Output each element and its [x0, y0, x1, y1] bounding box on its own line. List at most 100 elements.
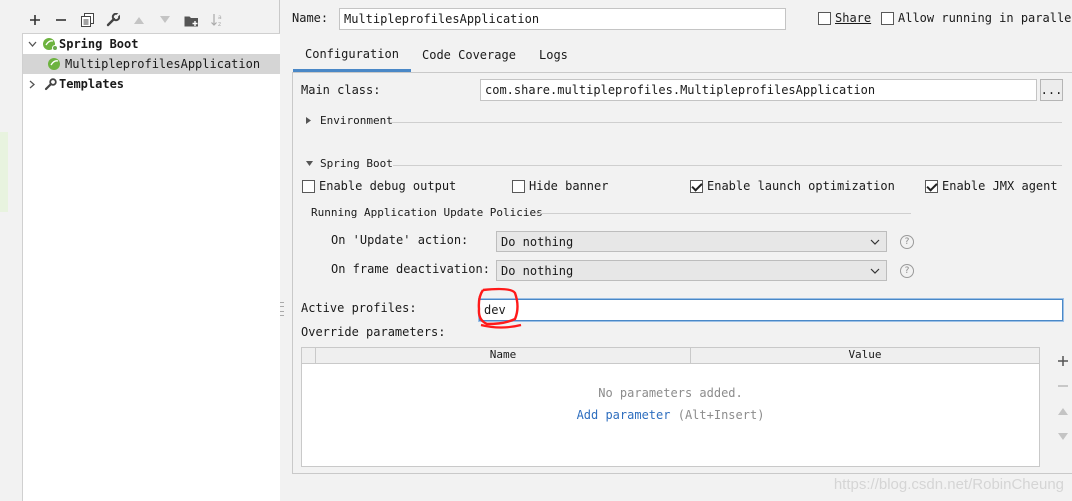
tab-logs-label: Logs [539, 48, 568, 62]
watermark-text: https://blog.csdn.net/RobinCheung [833, 476, 1064, 493]
svg-text:z: z [218, 21, 221, 27]
tab-code-coverage[interactable]: Code Coverage [410, 38, 528, 72]
run-configurations-sidebar: az Spring Boot MultipleprofilesApplicati… [0, 0, 280, 501]
configurations-tree: Spring Boot MultipleprofilesApplication … [22, 33, 280, 501]
allow-parallel-option[interactable]: Allow running in parallel [881, 11, 1072, 25]
update-policies-heading: Running Application Update Policies [311, 206, 543, 219]
move-param-up-button[interactable] [1053, 401, 1072, 421]
configuration-tab-content: Main class: com.share.multipleprofiles.M… [292, 72, 1072, 474]
name-label: Name: [292, 11, 329, 25]
update-action-help-icon[interactable]: ? [900, 235, 914, 249]
allow-parallel-checkbox[interactable] [881, 11, 894, 25]
launch-optimization-label: Enable launch optimization [707, 179, 895, 193]
tab-configuration[interactable]: Configuration [293, 38, 411, 72]
chevron-right-icon[interactable] [23, 80, 41, 89]
wrench-icon[interactable] [100, 8, 126, 32]
frame-deactivation-value: Do nothing [501, 263, 574, 278]
hide-banner-option[interactable]: Hide banner [512, 179, 608, 193]
plus-icon [1058, 356, 1068, 366]
frame-deactivation-select[interactable]: Do nothing [496, 260, 887, 281]
main-class-label: Main class: [301, 83, 381, 97]
sidebar-toolbar: az [22, 8, 280, 32]
red-annotation-mark [477, 287, 522, 329]
enable-debug-label: Enable debug output [319, 179, 457, 193]
name-input[interactable]: MultipleprofilesApplication [339, 8, 786, 30]
browse-main-class-button[interactable]: ... [1040, 79, 1063, 101]
policies-divider [534, 213, 911, 214]
share-option[interactable]: Share [818, 11, 871, 25]
svg-text:a: a [218, 14, 222, 21]
tree-label-templates: Templates [59, 77, 125, 91]
tab-code-coverage-label: Code Coverage [422, 48, 516, 62]
tree-label-app: MultipleprofilesApplication [65, 57, 261, 71]
triangle-down-icon [1058, 432, 1068, 440]
update-action-select[interactable]: Do nothing [496, 231, 887, 252]
move-down-icon[interactable] [152, 8, 178, 32]
spring-boot-divider [393, 165, 1062, 166]
folder-add-icon[interactable] [178, 8, 204, 32]
triangle-down-icon [306, 160, 313, 166]
tree-label-spring-boot: Spring Boot [59, 37, 139, 51]
configuration-editor: Name: MultipleprofilesApplication Share … [280, 0, 1072, 501]
environment-divider [390, 122, 1062, 123]
triangle-right-icon [306, 117, 311, 124]
jmx-agent-label: Enable JMX agent [942, 179, 1058, 193]
frame-deactivation-label: On frame deactivation: [331, 262, 490, 276]
remove-param-button[interactable] [1053, 376, 1072, 396]
chevron-down-icon [870, 268, 880, 274]
chevron-down-icon[interactable] [23, 41, 41, 47]
update-action-value: Do nothing [501, 234, 574, 249]
launch-optimization-option[interactable]: Enable launch optimization [690, 179, 895, 193]
browse-button-label: ... [1040, 83, 1063, 97]
column-header-value[interactable]: Value [691, 348, 1039, 363]
minus-icon [1058, 385, 1068, 387]
spring-app-icon [23, 57, 65, 71]
empty-table-message: No parameters added. [598, 386, 743, 400]
hide-banner-label: Hide banner [529, 179, 609, 193]
add-parameter-shortcut: (Alt+Insert) [677, 408, 765, 422]
environment-section-toggle[interactable]: Environment [305, 114, 393, 127]
active-profiles-input[interactable]: dev [479, 299, 1063, 321]
remove-icon[interactable] [48, 8, 74, 32]
add-parameter-link[interactable]: Add parameter [577, 408, 671, 422]
add-icon[interactable] [22, 8, 48, 32]
launch-optimization-checkbox[interactable] [690, 179, 703, 193]
tab-logs[interactable]: Logs [527, 38, 580, 72]
chevron-down-icon [870, 239, 880, 245]
override-parameters-table: Name Value No parameters added. Add para… [301, 347, 1040, 467]
spring-boot-icon [41, 37, 59, 51]
allow-parallel-label: Allow running in parallel [898, 11, 1072, 25]
active-profiles-label: Active profiles: [301, 301, 417, 315]
editor-gutter-strip [0, 132, 8, 212]
add-parameter-row: Add parameter (Alt+Insert) [302, 408, 1039, 422]
environment-label: Environment [320, 114, 393, 127]
enable-debug-option[interactable]: Enable debug output [302, 179, 456, 193]
column-header-name[interactable]: Name [316, 348, 691, 363]
wrench-icon [41, 77, 59, 91]
splitter-grip[interactable] [280, 302, 284, 316]
enable-debug-checkbox[interactable] [302, 179, 315, 193]
spring-boot-section-label: Spring Boot [320, 157, 393, 170]
jmx-agent-checkbox[interactable] [925, 179, 938, 193]
add-param-button[interactable] [1053, 351, 1072, 371]
tree-node-multipleprofiles-application[interactable]: MultipleprofilesApplication [23, 54, 280, 74]
tree-node-spring-boot[interactable]: Spring Boot [23, 34, 280, 54]
copy-icon[interactable] [74, 8, 100, 32]
update-action-label: On 'Update' action: [331, 233, 469, 247]
main-class-input[interactable]: com.share.multipleprofiles.Multipleprofi… [480, 79, 1037, 101]
move-up-icon[interactable] [126, 8, 152, 32]
triangle-up-icon [1058, 407, 1068, 415]
spring-boot-section-toggle[interactable]: Spring Boot [305, 157, 393, 170]
table-header-spacer [302, 348, 316, 363]
override-parameters-label: Override parameters: [301, 325, 446, 339]
tab-configuration-label: Configuration [305, 46, 399, 61]
move-param-down-button[interactable] [1053, 426, 1072, 446]
hide-banner-checkbox[interactable] [512, 179, 525, 193]
table-header: Name Value [302, 348, 1039, 364]
share-checkbox[interactable] [818, 11, 831, 25]
sort-icon[interactable]: az [204, 8, 230, 32]
share-label: Share [835, 11, 872, 25]
jmx-agent-option[interactable]: Enable JMX agent [925, 179, 1058, 193]
tree-node-templates[interactable]: Templates [23, 74, 280, 94]
frame-deactivation-help-icon[interactable]: ? [900, 264, 914, 278]
